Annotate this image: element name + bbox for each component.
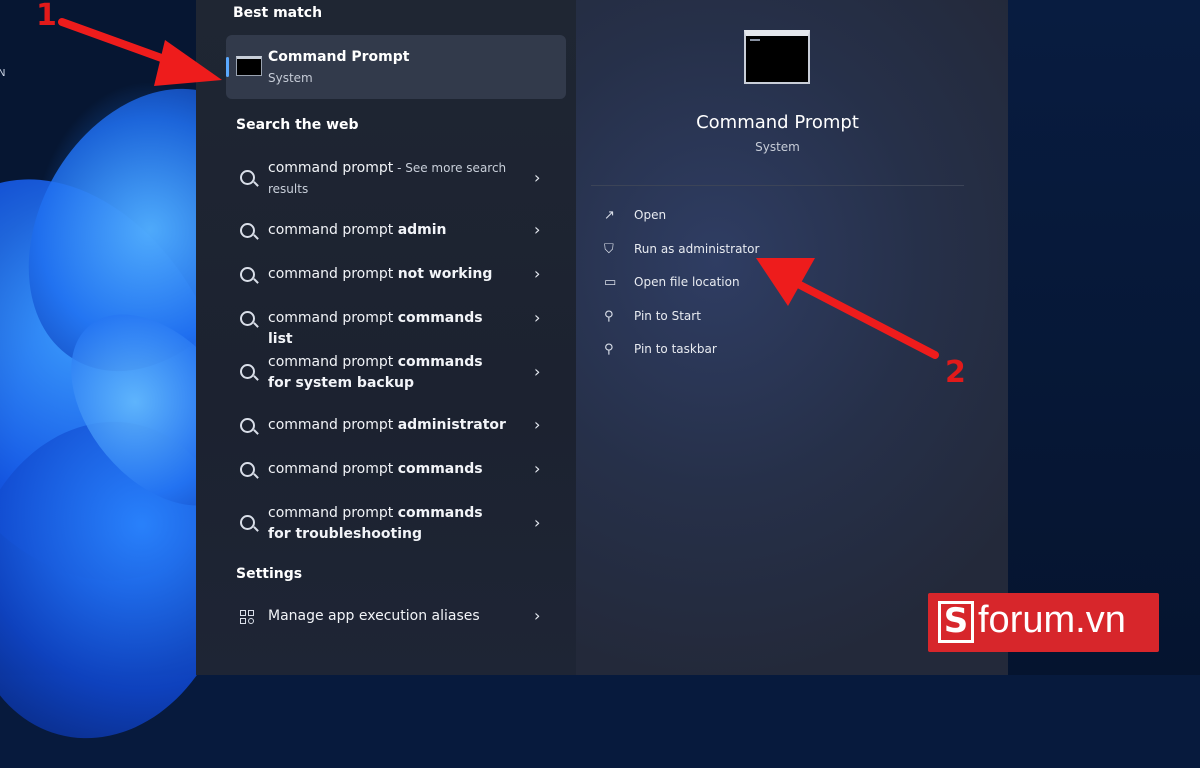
logo-s-mark: S [938,601,974,643]
annotation-arrows [58,18,939,359]
arrow-2 [756,258,939,359]
sforum-logo: S forum.vn [928,593,1159,652]
step-number-2: 2 [945,355,966,390]
logo-text: forum.vn [978,599,1126,641]
arrow-1 [58,18,222,86]
